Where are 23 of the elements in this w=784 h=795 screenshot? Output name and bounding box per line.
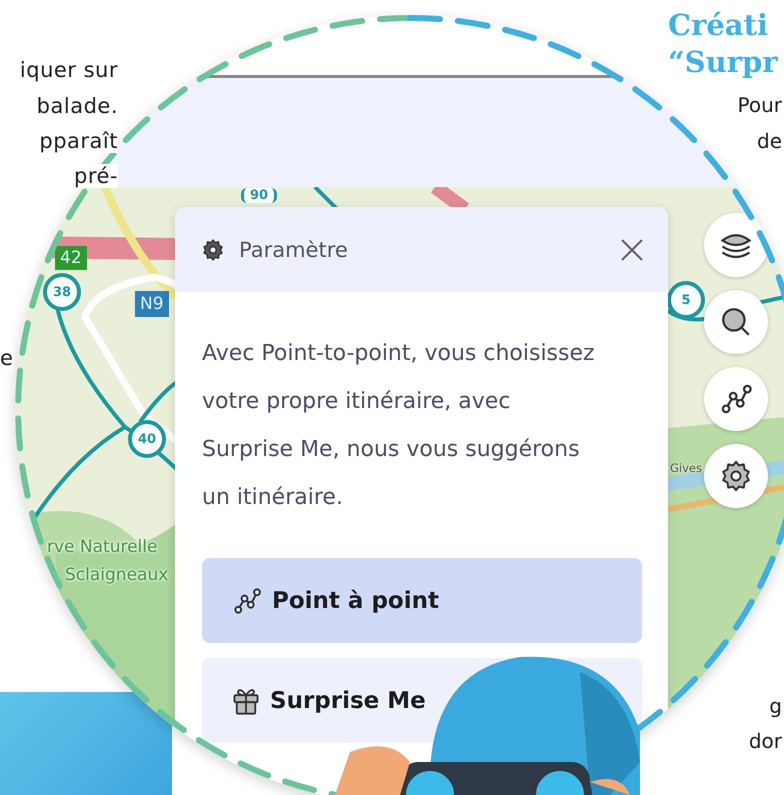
close-button[interactable] [620,238,644,262]
road-number-sign: N9 [135,291,169,317]
mode-option[interactable]: Point à point [202,558,642,643]
gear-icon [201,238,225,262]
paragraph-text: iquer sur [20,58,118,82]
road-number-sign: 90 [241,188,278,203]
route-icon [232,586,262,616]
section-heading: “Surpr [668,45,778,79]
map-place-label: Sclaigneaux [65,565,168,585]
paragraph-text: g [769,694,782,718]
dialog-title: Paramètre [239,238,349,262]
dialog-description: Avec Point-to-point, vous choisissez votre propre itinéraire, avec Surprise Me, nous vous suggérons un itinéraire. [201,340,596,512]
paragraph-text: dor [748,729,782,753]
section-heading: Créati [668,8,768,42]
paragraph-text: pré- [74,164,118,188]
paragraph-text: Pour [738,93,782,117]
road-number-sign: 42 [55,246,87,270]
paragraph-text: de [757,129,782,153]
route-icon [719,382,753,416]
map-place-label: rve Naturelle [47,537,158,557]
map-place-label: Gives [670,461,702,475]
close-icon [620,238,644,262]
paragraph-text: pparaît [39,129,118,153]
